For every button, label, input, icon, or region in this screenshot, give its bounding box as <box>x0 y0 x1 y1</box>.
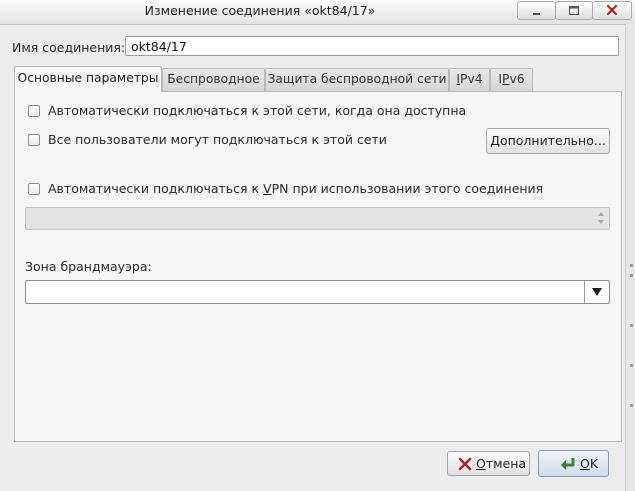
tab-ipv4[interactable]: IPv4 <box>449 68 490 91</box>
tab-label: Pv4 <box>460 72 483 86</box>
auto-vpn-label-end: PN при использовании этого соединения <box>271 181 544 196</box>
tab-label: v6 <box>509 72 525 86</box>
firewall-zone-label: Зона брандмауэра: <box>25 259 152 274</box>
background-window-edge <box>625 24 635 491</box>
tab-label: Беспроводное <box>167 72 260 86</box>
edge-dot <box>630 364 633 367</box>
all-users-label[interactable]: Все пользователи могут подключаться к эт… <box>48 132 387 147</box>
advanced-button[interactable]: Дополнительно... <box>486 128 610 154</box>
vpn-connection-select <box>25 207 610 230</box>
tab-wireless-security[interactable]: Защита беспроводной сети <box>265 68 449 91</box>
edge-dot <box>630 324 633 327</box>
maximize-button[interactable] <box>555 1 593 20</box>
connection-name-input[interactable] <box>125 36 619 56</box>
edge-dot <box>630 274 633 277</box>
ok-button-label: ОK <box>580 451 598 476</box>
cancel-x-icon <box>458 457 472 471</box>
minimize-icon <box>533 13 540 15</box>
tab-label: Защита беспроводной сети <box>267 72 447 86</box>
ok-button[interactable]: ОK <box>538 450 609 477</box>
maximize-icon <box>569 6 579 15</box>
edit-connection-dialog: Изменение соединения «okt84/17» Имя соед… <box>0 0 635 491</box>
close-button[interactable] <box>592 1 632 20</box>
ok-label-rest: K <box>589 456 599 471</box>
cancel-mnemonic: О <box>476 456 486 471</box>
cancel-button[interactable]: Отмена <box>447 451 530 476</box>
minimize-button[interactable] <box>517 1 556 20</box>
auto-vpn-label-mnemonic: V <box>263 181 272 196</box>
cancel-label-rest: тмена <box>485 456 527 471</box>
edge-dot <box>630 264 633 267</box>
auto-vpn-label[interactable]: Автоматически подключаться к VPN при исп… <box>48 181 543 196</box>
close-icon <box>606 4 618 16</box>
connection-name-label: Имя соединения: <box>12 40 126 55</box>
cancel-button-label: Отмена <box>476 452 526 475</box>
title-bar[interactable]: Изменение соединения «okt84/17» <box>0 0 635 25</box>
window-title: Изменение соединения «okt84/17» <box>144 3 376 18</box>
dropdown-arrow-button[interactable] <box>584 281 609 303</box>
triangle-down-icon <box>592 288 602 296</box>
enter-arrow-icon <box>561 458 575 470</box>
tab-ipv6[interactable]: IPv6 <box>490 68 533 91</box>
tab-general[interactable]: Основные параметры <box>14 66 162 92</box>
firewall-zone-combo[interactable] <box>25 280 610 304</box>
edge-dot <box>630 404 633 407</box>
auto-vpn-label-start: Автоматически подключаться к <box>48 181 264 196</box>
auto-connect-checkbox[interactable] <box>28 105 40 117</box>
all-users-checkbox[interactable] <box>28 134 40 146</box>
up-down-arrows-icon <box>598 212 604 224</box>
advanced-button-label: Дополнительно... <box>490 133 606 148</box>
tab-wireless[interactable]: Беспроводное <box>162 68 265 91</box>
auto-vpn-checkbox[interactable] <box>28 183 40 195</box>
tab-label: Основные параметры <box>17 71 159 85</box>
auto-connect-label[interactable]: Автоматически подключаться к этой сети, … <box>48 103 466 118</box>
ok-mnemonic: О <box>580 456 590 471</box>
